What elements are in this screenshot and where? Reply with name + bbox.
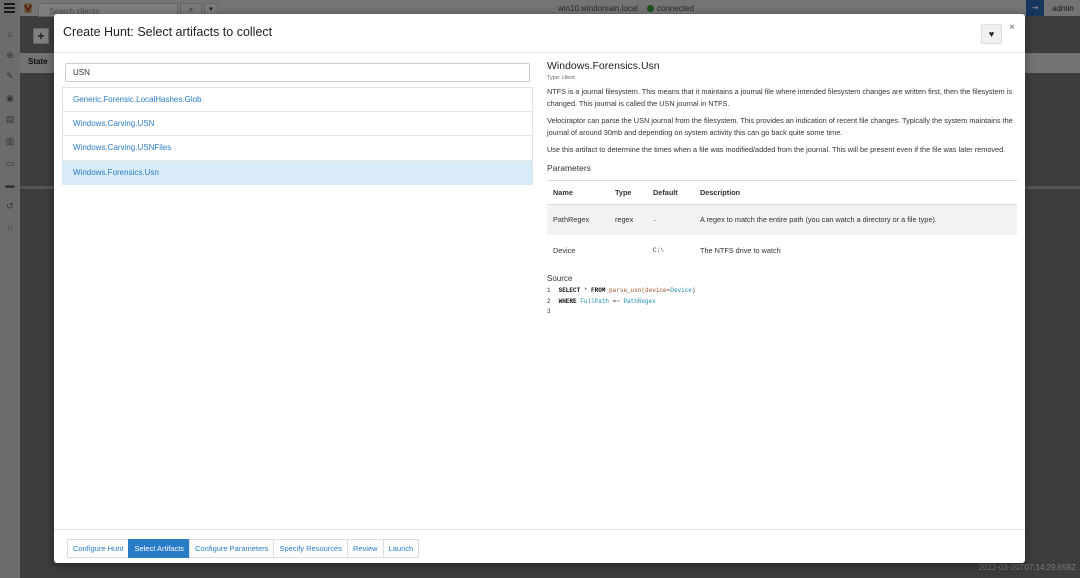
column-header-default: Default — [647, 179, 694, 205]
step-select-artifacts[interactable]: Select Artifacts — [128, 539, 190, 558]
create-hunt-modal: Create Hunt: Select artifacts to collect… — [54, 14, 1025, 563]
artifact-detail: Windows.Forensics.Usn Type: client NTFS … — [547, 60, 1017, 318]
artifact-title: Windows.Forensics.Usn — [547, 60, 660, 72]
description-paragraph: Use this artifact to determine the times… — [547, 145, 1006, 154]
param-name: Device — [553, 246, 576, 255]
column-header-type: Type — [609, 179, 647, 205]
artifact-search-input[interactable] — [65, 63, 530, 82]
modal-footer: Configure Hunt Select Artifacts Configur… — [54, 529, 1025, 563]
artifact-item[interactable]: Generic.Forensic.LocalHashes.Glob — [62, 87, 533, 112]
table-row: Device C:\ The NTFS drive to watch — [547, 235, 1017, 266]
param-type: regex — [609, 204, 647, 235]
modal-header: Create Hunt: Select artifacts to collect… — [54, 14, 1025, 53]
wizard-steps: Configure Hunt Select Artifacts Configur… — [67, 539, 420, 558]
close-button[interactable]: × — [1009, 22, 1015, 33]
artifact-item[interactable]: Windows.Carving.USN — [62, 111, 533, 136]
parameters-heading: Parameters — [547, 162, 591, 173]
description-paragraph: Velociraptor can parse the USN journal f… — [547, 116, 1013, 137]
table-row: PathRegex regex . A regex to match the e… — [547, 204, 1017, 235]
code-line: 3 — [547, 308, 551, 315]
param-type — [609, 235, 647, 266]
parameters-table: Name Type Default Description PathRegex … — [547, 179, 1017, 267]
step-launch[interactable]: Launch — [382, 539, 420, 558]
param-default: . — [647, 204, 694, 235]
modal-title: Create Hunt: Select artifacts to collect — [63, 25, 273, 39]
param-name: PathRegex — [547, 204, 609, 235]
artifact-item[interactable]: Windows.Carving.USNFiles — [62, 136, 533, 161]
param-description: The NTFS drive to watch — [700, 246, 781, 255]
param-default: C:\ — [653, 247, 664, 254]
step-specify-resources[interactable]: Specify Resources — [273, 539, 347, 558]
code-line: 2 WHERE FullPath =~ PathRegex — [547, 297, 656, 305]
column-header-name: Name — [547, 179, 609, 205]
artifact-list: Generic.Forensic.LocalHashes.Glob Window… — [62, 87, 533, 185]
description-paragraph: NTFS is a journal filesystem. This means… — [547, 87, 1013, 108]
column-header-description: Description — [694, 179, 1017, 205]
source-code: 1 SELECT * FROM parse_usn(device=Device)… — [547, 286, 1017, 318]
step-review[interactable]: Review — [346, 539, 383, 558]
step-configure-parameters[interactable]: Configure Parameters — [189, 539, 274, 558]
artifact-item-selected[interactable]: Windows.Forensics.Usn — [62, 160, 533, 185]
step-configure-hunt[interactable]: Configure Hunt — [67, 539, 129, 558]
favorite-button[interactable]: ♥ — [981, 24, 1002, 44]
source-heading: Source — [547, 274, 573, 283]
artifact-type: Type: client — [547, 75, 575, 81]
param-description: A regex to match the entire path (you ca… — [694, 204, 1017, 235]
code-line: 1 SELECT * FROM parse_usn(device=Device) — [547, 287, 696, 294]
heart-icon: ♥ — [988, 29, 995, 39]
